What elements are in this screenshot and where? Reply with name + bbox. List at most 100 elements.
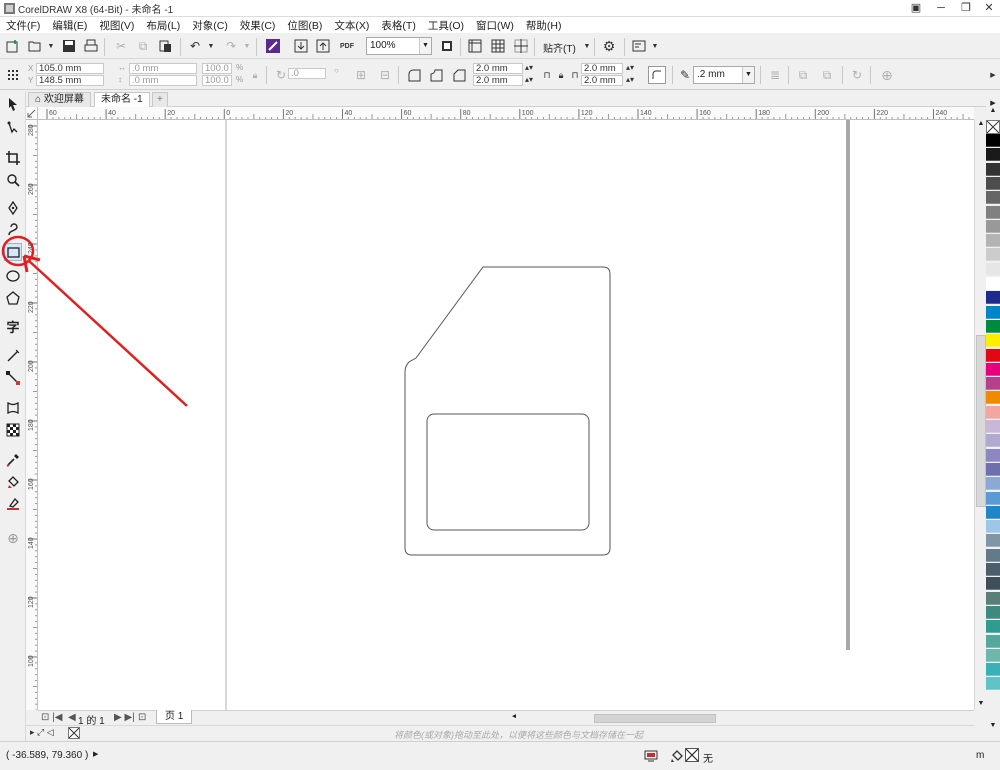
full-screen-icon[interactable] bbox=[438, 37, 456, 55]
add-page-icon[interactable]: ⊡ bbox=[138, 712, 146, 723]
print-icon[interactable] bbox=[82, 37, 100, 55]
menu-tools[interactable]: 工具(O) bbox=[428, 18, 464, 33]
color-swatch[interactable] bbox=[986, 134, 1000, 147]
drawing-canvas[interactable] bbox=[38, 120, 974, 710]
color-swatch[interactable] bbox=[986, 362, 1000, 376]
quick-customize-icon[interactable]: ⊕ bbox=[878, 66, 896, 84]
corner-radius-top-right-field[interactable]: 2.0 mm bbox=[581, 63, 623, 74]
color-swatch[interactable] bbox=[986, 634, 1000, 648]
color-swatch[interactable] bbox=[986, 262, 1000, 276]
menu-table[interactable]: 表格(T) bbox=[381, 18, 415, 33]
minimize-button[interactable]: ─ bbox=[930, 0, 952, 16]
convert-to-curves-icon[interactable]: ↻ bbox=[848, 66, 866, 84]
menu-view[interactable]: 视图(V) bbox=[99, 18, 134, 33]
palette-scroll-down-icon[interactable]: ▼ bbox=[986, 722, 1000, 734]
show-grid-icon[interactable] bbox=[489, 37, 507, 55]
search-content-icon[interactable] bbox=[264, 37, 282, 55]
relative-corner-scaling-icon[interactable] bbox=[648, 66, 666, 84]
import-icon[interactable] bbox=[292, 37, 310, 55]
color-swatch[interactable] bbox=[986, 520, 1000, 534]
color-swatch[interactable] bbox=[986, 534, 1000, 548]
tab-welcome-screen[interactable]: ⌂ 欢迎屏幕 bbox=[28, 92, 91, 107]
tab-untitled-1[interactable]: 未命名 -1 bbox=[94, 92, 150, 107]
vertical-scroll-thumb[interactable] bbox=[976, 335, 986, 507]
open-dropdown-icon[interactable]: ▼ bbox=[42, 37, 60, 55]
menu-help[interactable]: 帮助(H) bbox=[526, 18, 562, 33]
color-swatch[interactable] bbox=[986, 448, 1000, 462]
smart-fill-tool-icon[interactable] bbox=[4, 495, 22, 513]
color-swatch[interactable] bbox=[986, 462, 1000, 476]
options-gear-icon[interactable]: ⚙ bbox=[600, 37, 618, 55]
color-swatch[interactable] bbox=[986, 277, 1000, 290]
vertical-ruler[interactable]: 2802602402202001801601401201008060 bbox=[26, 120, 38, 710]
first-page-icon[interactable]: ⊡ |◀ bbox=[41, 712, 62, 723]
color-swatch[interactable] bbox=[986, 491, 1000, 505]
copy-icon[interactable]: ⧉ bbox=[134, 37, 152, 55]
color-swatch[interactable] bbox=[986, 548, 1000, 562]
user-icon[interactable]: ▣ bbox=[905, 0, 927, 16]
rotation-angle-field[interactable]: .0 bbox=[288, 68, 326, 79]
scale-y-field[interactable]: 100.0 bbox=[202, 75, 232, 86]
chamfered-corner-icon[interactable] bbox=[450, 66, 468, 84]
restore-button[interactable]: ❐ bbox=[955, 0, 977, 16]
horizontal-scroll-thumb[interactable] bbox=[594, 714, 716, 723]
menu-edit[interactable]: 编辑(E) bbox=[52, 18, 87, 33]
cut-icon[interactable]: ✂ bbox=[112, 37, 130, 55]
corner-radius-bottom-right-field[interactable]: 2.0 mm bbox=[581, 75, 623, 86]
mirror-horizontal-icon[interactable]: ⊞ bbox=[352, 66, 370, 84]
object-width-field[interactable]: .0 mm bbox=[129, 63, 197, 74]
color-swatch[interactable] bbox=[986, 191, 1000, 205]
scroll-down-icon[interactable]: ▼ bbox=[976, 700, 986, 710]
color-swatch[interactable] bbox=[986, 176, 1000, 190]
color-swatch[interactable] bbox=[986, 591, 1000, 605]
menu-layout[interactable]: 布局(L) bbox=[146, 18, 180, 33]
color-swatch[interactable] bbox=[986, 305, 1000, 319]
color-swatch[interactable] bbox=[986, 391, 1000, 405]
no-color-swatch[interactable] bbox=[986, 120, 1000, 134]
page-1-tab[interactable]: 页 1 bbox=[156, 710, 193, 724]
color-swatch[interactable] bbox=[986, 219, 1000, 233]
color-swatch[interactable] bbox=[986, 648, 1000, 662]
eyedropper-tool-icon[interactable] bbox=[4, 451, 22, 469]
color-swatch[interactable] bbox=[986, 505, 1000, 519]
horizontal-scrollbar[interactable] bbox=[516, 710, 974, 725]
color-swatch[interactable] bbox=[986, 334, 1000, 348]
lock-ratio-icon[interactable]: 🔒︎ bbox=[246, 66, 264, 84]
color-swatch[interactable] bbox=[986, 377, 1000, 391]
menu-bitmaps[interactable]: 位图(B) bbox=[287, 18, 322, 33]
color-swatch[interactable] bbox=[986, 663, 1000, 677]
color-swatch[interactable] bbox=[986, 420, 1000, 433]
redo-dropdown-icon[interactable]: ▼ bbox=[238, 37, 256, 55]
x-position-field[interactable]: 105.0 mm bbox=[36, 63, 104, 74]
scroll-up-icon[interactable]: ▲ bbox=[976, 120, 986, 130]
zoom-tool-icon[interactable] bbox=[4, 171, 22, 189]
crop-tool-icon[interactable] bbox=[4, 149, 22, 167]
add-tool-icon[interactable]: ⊕ bbox=[4, 529, 22, 547]
color-swatch[interactable] bbox=[986, 319, 1000, 333]
ruler-origin[interactable] bbox=[26, 107, 38, 120]
interactive-fill-tool-icon[interactable] bbox=[4, 473, 22, 491]
palette-flyout-icon[interactable]: ▸ ⤢ ◁ bbox=[30, 727, 54, 738]
paste-icon[interactable] bbox=[156, 37, 174, 55]
color-swatch[interactable] bbox=[986, 205, 1000, 219]
scale-x-field[interactable]: 100.0 bbox=[202, 63, 232, 74]
export-icon[interactable] bbox=[314, 37, 332, 55]
property-bar-expand-icon[interactable]: ▶ bbox=[984, 66, 1000, 84]
color-swatch[interactable] bbox=[986, 148, 1000, 162]
document-no-color-swatch[interactable] bbox=[68, 727, 80, 739]
new-tab-icon[interactable]: + bbox=[152, 92, 168, 107]
launcher-dropdown-icon[interactable]: ▼ bbox=[646, 37, 664, 55]
undo-dropdown-icon[interactable]: ▼ bbox=[202, 37, 220, 55]
object-height-field[interactable]: .0 mm bbox=[129, 75, 197, 86]
color-swatch[interactable] bbox=[986, 605, 1000, 619]
close-button[interactable]: ✕ bbox=[978, 0, 1000, 16]
show-rulers-icon[interactable] bbox=[466, 37, 484, 55]
y-position-field[interactable]: 148.5 mm bbox=[36, 75, 104, 86]
sim-chip-rectangle[interactable] bbox=[426, 413, 590, 531]
pick-tool-icon[interactable] bbox=[4, 95, 22, 113]
menu-window[interactable]: 窗口(W) bbox=[476, 18, 514, 33]
color-swatch[interactable] bbox=[986, 677, 1000, 691]
new-document-icon[interactable] bbox=[4, 37, 22, 55]
vertical-scrollbar[interactable]: ▲ ▼ bbox=[974, 120, 986, 710]
color-swatch[interactable] bbox=[986, 248, 1000, 262]
